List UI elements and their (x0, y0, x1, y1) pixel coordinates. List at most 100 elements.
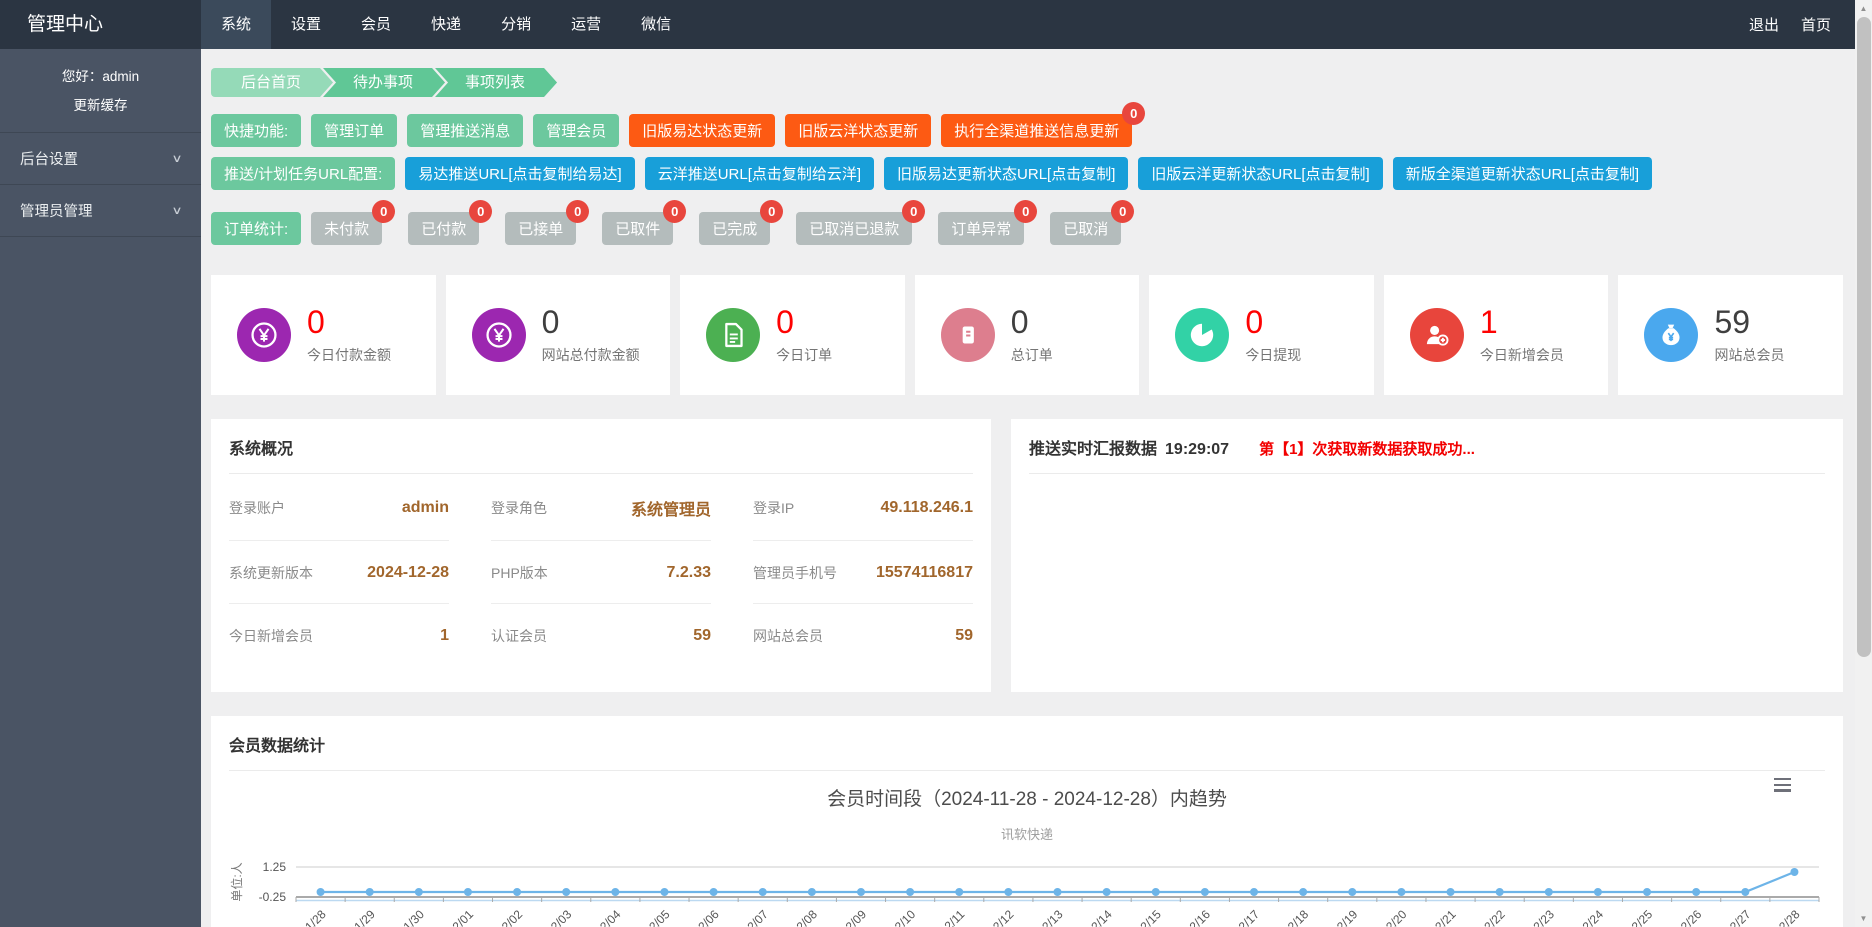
page-scrollbar[interactable]: ▲ ▼ (1855, 0, 1872, 927)
stat-card-label: 今日提现 (1245, 345, 1301, 365)
badge-count: 0 (663, 200, 686, 223)
sidebar-item-0[interactable]: 后台设置∨ (0, 133, 201, 185)
top-navbar: 管理中心 系统设置会员快递分销运营微信 退出 首页 (0, 0, 1872, 49)
overview-body: 登录账户admin登录角色系统管理员登录IP49.118.246.1系统更新版本… (211, 474, 991, 666)
badge-count: 0 (760, 200, 783, 223)
svg-text:12/24: 12/24 (1575, 907, 1606, 927)
copy-url-button-3[interactable]: 旧版云洋更新状态URL[点击复制] (1138, 157, 1382, 190)
yuan-circle-icon (237, 308, 291, 362)
refresh-cache-link[interactable]: 更新缓存 (0, 90, 201, 132)
push-time: 19:29:07 (1165, 441, 1229, 459)
chart-menu-icon[interactable] (1774, 778, 1791, 795)
badge-count: 0 (1014, 200, 1037, 223)
svg-text:11/30: 11/30 (396, 907, 427, 927)
nav-item-1[interactable]: 设置 (271, 0, 341, 49)
logout-link[interactable]: 退出 (1738, 14, 1790, 35)
nav-item-4[interactable]: 分销 (481, 0, 551, 49)
order-status-badge-6[interactable]: 订单异常0 (938, 212, 1024, 245)
svg-text:12/14: 12/14 (1084, 907, 1115, 927)
overview-field-value: 59 (955, 627, 973, 645)
svg-text:12/17: 12/17 (1231, 907, 1262, 927)
copy-url-button-4[interactable]: 新版全渠道更新状态URL[点击复制] (1393, 157, 1652, 190)
home-link[interactable]: 首页 (1790, 14, 1842, 35)
overview-field: 认证会员59 (491, 604, 711, 666)
stat-card-value: 1 (1480, 305, 1564, 339)
stat-card-label: 网站总会员 (1714, 345, 1784, 365)
status-update-button-2[interactable]: 执行全渠道推送信息更新0 (941, 114, 1132, 147)
scrollbar-up-arrow[interactable]: ▲ (1855, 0, 1872, 17)
nav-item-5[interactable]: 运营 (551, 0, 621, 49)
quick-action-button-2[interactable]: 管理会员 (533, 114, 619, 147)
svg-text:-0.25: -0.25 (259, 890, 287, 904)
stat-card-label: 网站总付款金额 (542, 345, 640, 365)
url-config-row: 推送/计划任务URL配置: 易达推送URL[点击复制给易达] 云洋推送URL[点击复… (211, 157, 1843, 190)
yuan-circle-icon (472, 308, 526, 362)
overview-field: 系统更新版本2024-12-28 (229, 541, 449, 604)
copy-url-button-2[interactable]: 旧版易达更新状态URL[点击复制] (884, 157, 1128, 190)
svg-text:12/15: 12/15 (1133, 907, 1164, 927)
app-brand: 管理中心 (0, 0, 201, 49)
breadcrumb-item-1[interactable]: 待办事项 (323, 68, 445, 97)
quick-action-button-1[interactable]: 管理推送消息 (407, 114, 523, 147)
svg-text:12/18: 12/18 (1280, 907, 1311, 927)
nav-item-6[interactable]: 微信 (621, 0, 691, 49)
overview-field-label: 登录角色 (491, 498, 547, 518)
sidebar-menu: 后台设置∨管理员管理∨ (0, 132, 201, 237)
order-status-badge-1[interactable]: 已付款0 (408, 212, 479, 245)
overview-field-value: 15574116817 (876, 564, 973, 582)
svg-text:12/16: 12/16 (1182, 907, 1213, 927)
overview-field-value: 系统管理员 (631, 496, 711, 520)
chevron-down-icon: ∨ (171, 152, 182, 165)
chevron-down-icon: ∨ (171, 204, 182, 217)
overview-field-label: 网站总会员 (753, 626, 823, 646)
stat-card-value: 0 (307, 305, 391, 339)
nav-item-0[interactable]: 系统 (201, 0, 271, 49)
stat-card-value: 0 (1011, 305, 1053, 339)
order-status-badge-2[interactable]: 已接单0 (505, 212, 576, 245)
breadcrumb-item-0[interactable]: 后台首页 (211, 68, 333, 97)
stat-cards: 0今日付款金额0网站总付款金额0今日订单0总订单0今日提现1今日新增会员59网站… (211, 275, 1843, 395)
overview-row: 系统更新版本2024-12-28PHP版本7.2.33管理员手机号1557411… (229, 541, 973, 604)
status-update-button-0[interactable]: 旧版易达状态更新 (629, 114, 775, 147)
copy-url-button-0[interactable]: 易达推送URL[点击复制给易达] (405, 157, 634, 190)
stat-card-5: 1今日新增会员 (1384, 275, 1609, 395)
svg-text:12/25: 12/25 (1624, 907, 1655, 927)
url-config-label: 推送/计划任务URL配置: (211, 157, 395, 190)
order-status-badge-0[interactable]: 未付款0 (311, 212, 382, 245)
stat-card-label: 今日订单 (776, 345, 832, 365)
panel-row: 系统概况 登录账户admin登录角色系统管理员登录IP49.118.246.1系… (211, 419, 1843, 692)
scrollbar-thumb[interactable] (1857, 17, 1871, 657)
overview-field: 登录角色 系统管理员 (491, 474, 711, 541)
status-update-button-1[interactable]: 旧版云洋状态更新 (785, 114, 931, 147)
overview-field-value: admin (402, 499, 449, 517)
stat-card-value: 0 (542, 305, 640, 339)
scrollbar-down-arrow[interactable]: ▼ (1855, 910, 1872, 927)
nav-menu: 系统设置会员快递分销运营微信 (201, 0, 691, 49)
overview-field: 今日新增会员1 (229, 604, 449, 666)
svg-text:12/20: 12/20 (1378, 907, 1409, 927)
chart-title: 会员时间段（2024-11-28 - 2024-12-28）内趋势 (211, 784, 1843, 811)
breadcrumb-item-2[interactable]: 事项列表 (435, 68, 557, 97)
nav-item-3[interactable]: 快递 (411, 0, 481, 49)
nav-item-2[interactable]: 会员 (341, 0, 411, 49)
main-content: 后台首页待办事项事项列表 快捷功能:管理订单管理推送消息管理会员旧版易达状态更新… (201, 49, 1855, 927)
order-status-badge-5[interactable]: 已取消已退款0 (796, 212, 912, 245)
order-status-badge-7[interactable]: 已取消0 (1050, 212, 1121, 245)
document-icon (706, 308, 760, 362)
order-status-badge-3[interactable]: 已取件0 (602, 212, 673, 245)
order-status-badge-4[interactable]: 已完成0 (699, 212, 770, 245)
quick-action-button-0[interactable]: 管理订单 (311, 114, 397, 147)
svg-text:12/21: 12/21 (1428, 907, 1459, 927)
overview-field: 网站总会员 59 (753, 604, 973, 666)
copy-url-button-1[interactable]: 云洋推送URL[点击复制给云洋] (645, 157, 874, 190)
system-overview-panel: 系统概况 登录账户admin登录角色系统管理员登录IP49.118.246.1系… (211, 419, 991, 692)
order-stats-row: 订单统计:未付款0已付款0已接单0已取件0已完成0已取消已退款0订单异常0已取消… (211, 212, 1843, 245)
stat-card-2: 0今日订单 (680, 275, 905, 395)
pie-icon (1175, 308, 1229, 362)
svg-text:11/28: 11/28 (298, 907, 329, 927)
push-panel-head: 推送实时汇报数据 19:29:07 第【1】次获取新数据获取成功... (1029, 419, 1825, 474)
user-add-icon (1410, 308, 1464, 362)
badge-count: 0 (1122, 102, 1145, 125)
overview-row: 今日新增会员1 认证会员59 网站总会员 59 (229, 604, 973, 666)
sidebar-item-1[interactable]: 管理员管理∨ (0, 185, 201, 237)
